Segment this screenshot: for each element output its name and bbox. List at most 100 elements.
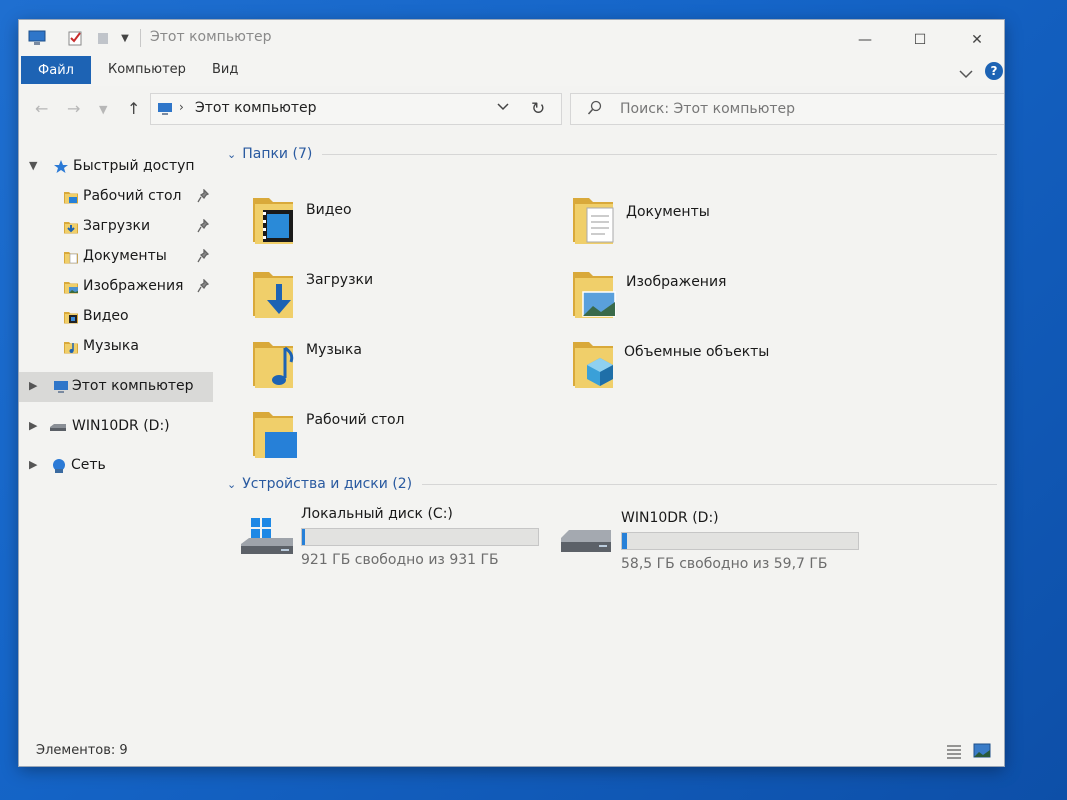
drive-c[interactable]: Локальный диск (C:) 921 ГБ свободно из 9… (239, 506, 569, 576)
maximize-button[interactable]: ☐ (897, 26, 943, 54)
large-icons-view-icon[interactable] (973, 742, 991, 760)
group-divider (422, 483, 997, 485)
collapsed-chevron-icon[interactable]: ▶ (29, 458, 37, 471)
new-folder-icon[interactable] (93, 28, 113, 48)
explorer-window: ▼ Этот компьютер — ☐ ✕ Файл Компьютер Ви… (19, 20, 1004, 766)
downloads-folder-icon (63, 219, 79, 235)
search-input[interactable]: Поиск: Этот компьютер (620, 101, 795, 117)
address-history-dropdown[interactable] (497, 100, 509, 114)
desktop-folder-icon (63, 189, 79, 205)
window-title: Этот компьютер (150, 29, 272, 45)
drive-name: WIN10DR (D:) (621, 510, 719, 526)
minimize-button[interactable]: — (842, 26, 888, 54)
documents-folder-icon (569, 192, 619, 248)
sidebar-item-label: Сеть (71, 457, 106, 473)
help-icon[interactable]: ? (985, 62, 1003, 80)
sidebar-item-videos[interactable]: Видео (19, 302, 213, 332)
folder-3d-objects[interactable]: Объемные объекты (569, 336, 819, 400)
search-box[interactable]: Поиск: Этот компьютер (570, 93, 1004, 125)
sidebar-item-network[interactable]: ▶ Сеть (19, 451, 213, 481)
3d-objects-folder-icon (569, 336, 619, 392)
recent-locations-icon[interactable]: ▼ (99, 103, 107, 116)
tab-view[interactable]: Вид (212, 62, 238, 77)
folder-pictures[interactable]: Изображения (569, 266, 819, 330)
pin-icon[interactable] (197, 248, 210, 267)
music-folder-icon (249, 336, 299, 392)
customize-toolbar-icon[interactable]: ▼ (115, 28, 135, 48)
drive-usage-bar (621, 532, 859, 550)
computer-icon (53, 379, 69, 395)
breadcrumb-chevron-icon[interactable]: › (179, 100, 184, 114)
downloads-folder-icon (249, 266, 299, 322)
back-arrow-icon[interactable]: ← (35, 99, 48, 118)
computer-icon[interactable] (27, 28, 47, 48)
group-divider (322, 153, 997, 155)
address-path: Этот компьютер (195, 100, 317, 116)
sidebar-item-label: Документы (83, 248, 167, 264)
search-icon (587, 100, 603, 120)
removable-drive-icon (559, 524, 615, 564)
expanded-chevron-icon[interactable]: ▼ (29, 159, 37, 172)
expand-ribbon-icon[interactable] (959, 64, 973, 83)
sidebar-item-label: Рабочий стол (83, 188, 182, 204)
desktop-folder-icon (249, 406, 299, 462)
folder-desktop[interactable]: Рабочий стол (249, 406, 449, 470)
network-icon (51, 458, 67, 474)
expanded-chevron-icon[interactable]: ⌄ (227, 478, 236, 491)
sidebar-item-label: Изображения (83, 278, 184, 294)
tab-file[interactable]: Файл (21, 56, 91, 84)
pin-icon[interactable] (197, 188, 210, 207)
folder-label: Загрузки (306, 272, 374, 288)
group-heading: Папки (7) (242, 146, 313, 162)
sidebar-item-documents[interactable]: Документы (19, 242, 213, 272)
sidebar-item-label: Быстрый доступ (73, 158, 195, 174)
star-icon (53, 159, 69, 175)
navigation-bar: ← → ▼ ↑ › Этот компьютер ↻ Поиск: Этот к… (19, 86, 1004, 132)
drive-name: Локальный диск (C:) (301, 506, 453, 522)
collapsed-chevron-icon[interactable]: ▶ (29, 379, 37, 392)
sidebar-item-music[interactable]: Музыка (19, 332, 213, 362)
up-arrow-icon[interactable]: ↑ (127, 99, 140, 118)
windows-drive-icon (239, 514, 295, 562)
sidebar-item-pictures[interactable]: Изображения (19, 272, 213, 302)
sidebar-item-label: Этот компьютер (72, 378, 194, 394)
status-bar: Элементов: 9 (19, 736, 1004, 766)
sidebar-item-label: WIN10DR (D:) (72, 418, 170, 434)
refresh-icon[interactable]: ↻ (531, 99, 545, 119)
sidebar-item-desktop[interactable]: Рабочий стол (19, 182, 213, 212)
tab-computer[interactable]: Компьютер (108, 62, 186, 77)
pictures-folder-icon (569, 266, 619, 322)
close-button[interactable]: ✕ (954, 26, 1000, 54)
folder-label: Объемные объекты (624, 344, 770, 360)
folder-music[interactable]: Музыка (249, 336, 449, 400)
drive-usage-bar (301, 528, 539, 546)
details-view-icon[interactable] (945, 742, 963, 760)
expanded-chevron-icon[interactable]: ⌄ (227, 148, 236, 161)
sidebar-item-downloads[interactable]: Загрузки (19, 212, 213, 242)
computer-icon (157, 101, 173, 120)
drive-free-space: 921 ГБ свободно из 931 ГБ (301, 552, 499, 568)
title-separator (140, 29, 141, 47)
sidebar-item-label: Музыка (83, 338, 139, 354)
collapsed-chevron-icon[interactable]: ▶ (29, 419, 37, 432)
folder-documents[interactable]: Документы (569, 192, 819, 256)
drive-d[interactable]: WIN10DR (D:) 58,5 ГБ свободно из 59,7 ГБ (559, 508, 889, 578)
group-devices[interactable]: ⌄ Устройства и диски (2) (227, 476, 997, 492)
content-pane: ⌄ Папки (7) Видео Документы Загрузки Изо… (215, 132, 1004, 736)
drive-usage-fill (622, 533, 627, 549)
sidebar-item-quick-access[interactable]: ▼ Быстрый доступ (19, 152, 213, 182)
address-bar[interactable]: › Этот компьютер (150, 93, 562, 125)
pin-icon[interactable] (197, 278, 210, 297)
sidebar-item-this-pc[interactable]: ▶ Этот компьютер (19, 372, 213, 402)
forward-arrow-icon[interactable]: → (67, 99, 80, 118)
sidebar-item-win10dr[interactable]: ▶ WIN10DR (D:) (19, 412, 213, 442)
pin-icon[interactable] (197, 218, 210, 237)
title-bar: ▼ Этот компьютер — ☐ ✕ (19, 20, 1004, 56)
drive-usage-fill (302, 529, 305, 545)
folder-downloads[interactable]: Загрузки (249, 266, 449, 330)
properties-icon[interactable] (65, 28, 85, 48)
usb-drive-icon (49, 419, 66, 435)
group-folders[interactable]: ⌄ Папки (7) (227, 146, 997, 162)
drive-free-space: 58,5 ГБ свободно из 59,7 ГБ (621, 556, 828, 572)
folder-videos[interactable]: Видео (249, 192, 449, 256)
